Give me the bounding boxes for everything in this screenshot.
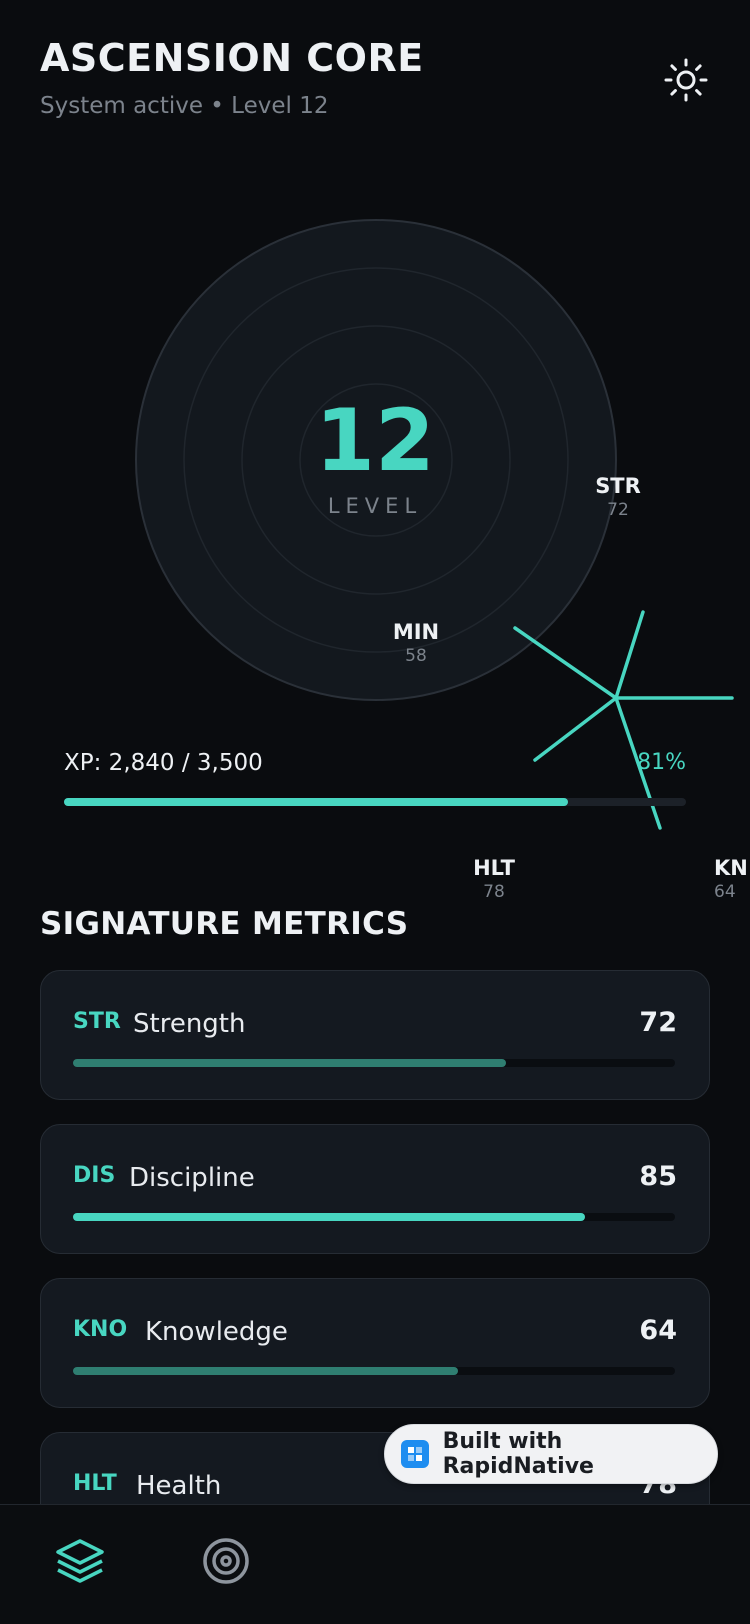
radar-spoke bbox=[614, 610, 645, 700]
xp-percent: 81% bbox=[637, 750, 686, 775]
metric-name: Discipline bbox=[129, 1163, 255, 1193]
metric-abbr: KNO bbox=[73, 1317, 128, 1342]
metric-abbr: HLT bbox=[73, 1471, 117, 1496]
target-icon bbox=[203, 1538, 249, 1584]
metric-name: Health bbox=[136, 1471, 222, 1501]
metric-card-knowledge[interactable]: KNO Knowledge 64 bbox=[40, 1278, 710, 1408]
xp-progress-track bbox=[64, 798, 686, 806]
settings-button[interactable] bbox=[660, 54, 712, 106]
radar-label-min: MIN 58 bbox=[371, 620, 461, 666]
xp-text: XP: 2,840 / 3,500 bbox=[64, 750, 263, 776]
metric-progress-fill bbox=[73, 1367, 459, 1375]
radar-label-value: 64 bbox=[714, 882, 736, 902]
radar-label-value: 78 bbox=[483, 882, 505, 902]
app-subtitle: System active • Level 12 bbox=[40, 93, 329, 119]
radar-label-kn: KN 64 bbox=[714, 856, 750, 902]
badge-text: Built with RapidNative bbox=[442, 1429, 594, 1479]
radar-spoke bbox=[533, 696, 618, 762]
metric-name: Knowledge bbox=[145, 1317, 288, 1347]
radar-label-value: 58 bbox=[405, 646, 427, 666]
level-number: 12 bbox=[315, 391, 435, 491]
metric-name: Strength bbox=[133, 1009, 246, 1039]
nav-item-core[interactable] bbox=[20, 1505, 140, 1624]
bottom-nav bbox=[0, 1504, 750, 1624]
metric-progress-track bbox=[73, 1213, 675, 1221]
dashboard-screen: ASCENSION CORE System active • Level 12 … bbox=[0, 0, 750, 1624]
sun-icon bbox=[664, 58, 708, 102]
metric-abbr: DIS bbox=[73, 1163, 116, 1188]
rapidnative-logo-icon bbox=[401, 1440, 429, 1468]
built-with-badge[interactable]: Built with RapidNative bbox=[384, 1424, 718, 1484]
radar-label-abbr: STR bbox=[595, 474, 641, 498]
metric-card-discipline[interactable]: DIS Discipline 85 bbox=[40, 1124, 710, 1254]
metric-value: 64 bbox=[639, 1315, 677, 1346]
metric-progress-fill bbox=[73, 1059, 507, 1067]
metric-progress-track bbox=[73, 1059, 675, 1067]
radar-label-abbr: HLT bbox=[473, 856, 515, 880]
xp-progress-fill bbox=[64, 798, 568, 806]
radar-label-value: 72 bbox=[607, 500, 629, 520]
radar-label-str: STR 72 bbox=[573, 474, 663, 520]
nav-item-objectives[interactable] bbox=[166, 1505, 286, 1624]
metric-abbr: STR bbox=[73, 1009, 121, 1034]
radar-label-hlt: HLT 78 bbox=[449, 856, 539, 902]
radar-label-abbr: MIN bbox=[392, 620, 440, 644]
metric-value: 85 bbox=[639, 1161, 677, 1192]
metric-progress-track bbox=[73, 1367, 675, 1375]
metric-card-strength[interactable]: STR Strength 72 bbox=[40, 970, 710, 1100]
app-title: ASCENSION CORE bbox=[40, 36, 424, 80]
section-title: SIGNATURE METRICS bbox=[40, 906, 409, 942]
layers-icon bbox=[56, 1539, 104, 1583]
metric-value: 72 bbox=[639, 1007, 677, 1038]
metric-progress-fill bbox=[73, 1213, 585, 1221]
radar-label-abbr: KN bbox=[714, 856, 748, 880]
